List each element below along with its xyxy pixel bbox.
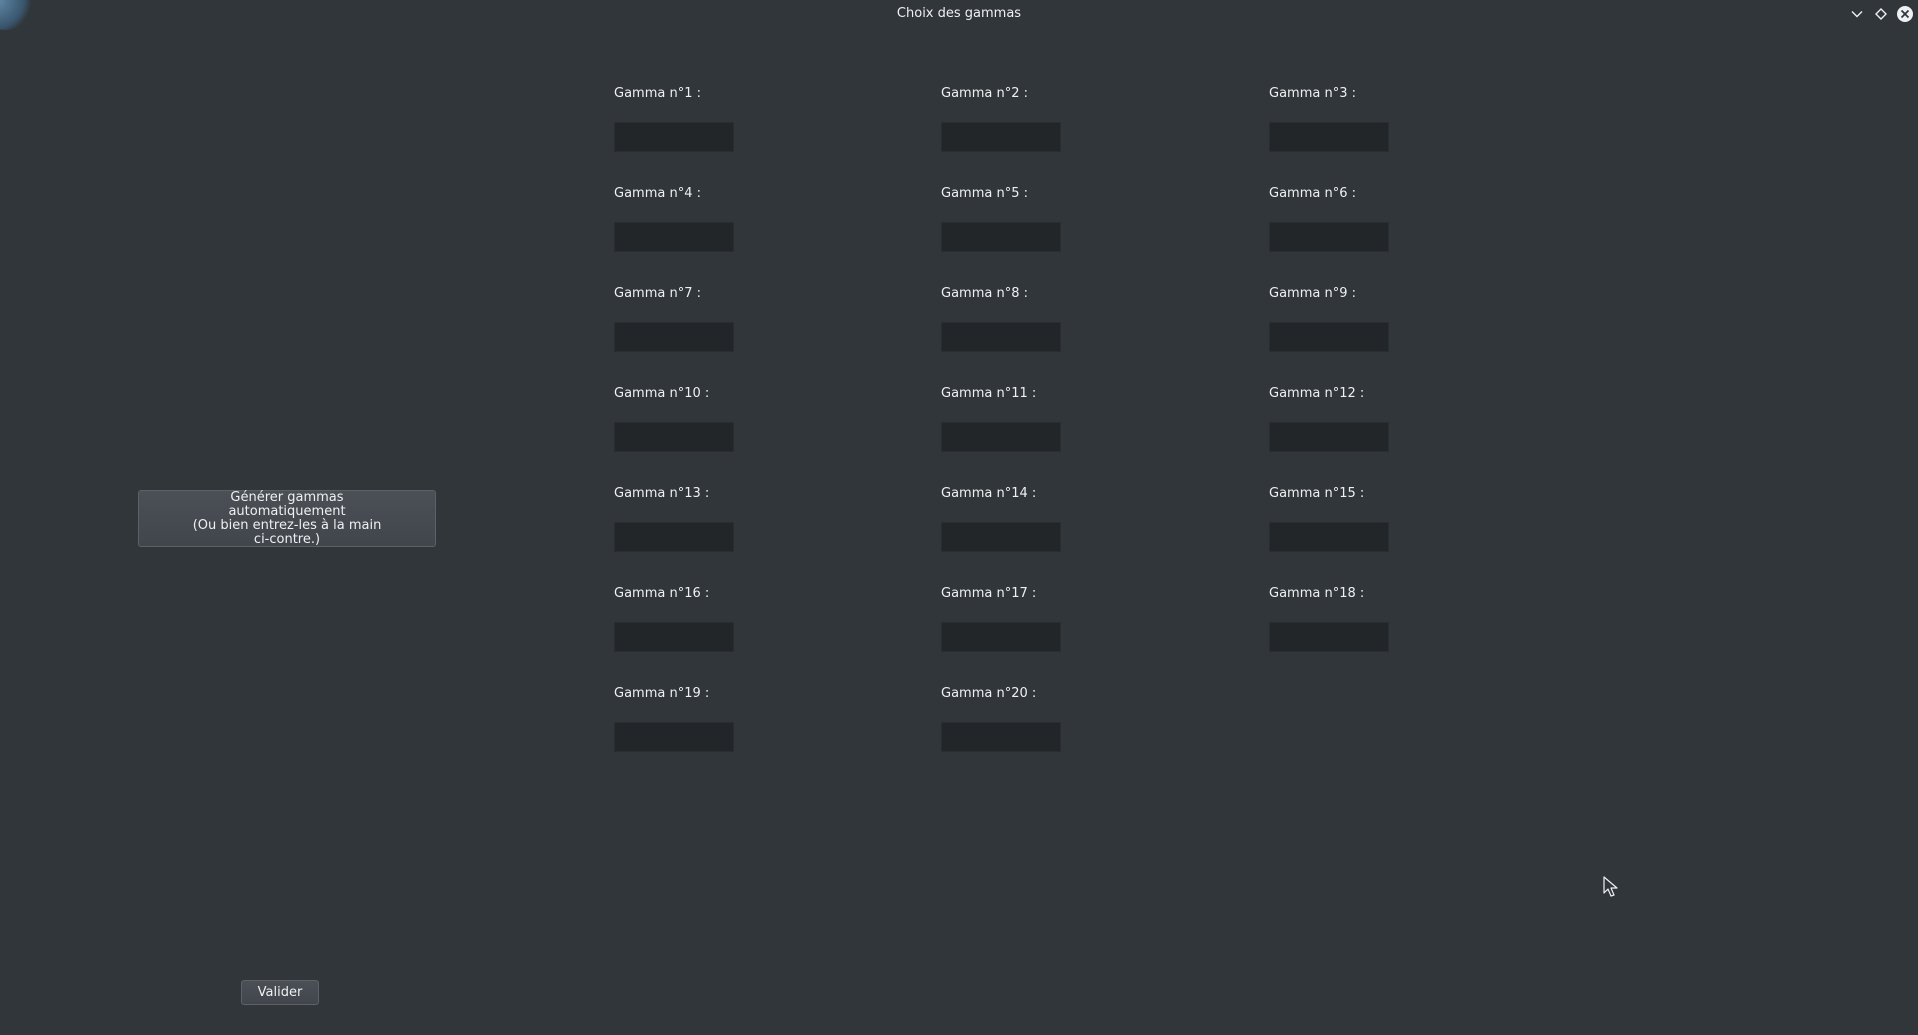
gamma-label: Gamma n°14 : xyxy=(941,486,1037,501)
gamma-label: Gamma n°19 : xyxy=(614,686,710,701)
gamma-field-group: Gamma n°13 : xyxy=(614,486,814,566)
gamma-input[interactable] xyxy=(614,522,734,552)
gamma-label: Gamma n°13 : xyxy=(614,486,710,501)
gamma-input[interactable] xyxy=(1269,222,1389,252)
gamma-input[interactable] xyxy=(941,322,1061,352)
mouse-cursor-icon xyxy=(1603,876,1619,898)
gamma-field-group: Gamma n°4 : xyxy=(614,186,814,266)
gamma-label: Gamma n°15 : xyxy=(1269,486,1365,501)
gamma-field-group: Gamma n°7 : xyxy=(614,286,814,366)
gamma-input[interactable] xyxy=(1269,122,1389,152)
gamma-field-group: Gamma n°9 : xyxy=(1269,286,1469,366)
gamma-label: Gamma n°17 : xyxy=(941,586,1037,601)
gamma-label: Gamma n°5 : xyxy=(941,186,1028,201)
title-bar: Choix des gammas xyxy=(0,0,1918,30)
gamma-input[interactable] xyxy=(1269,522,1389,552)
gamma-field-group: Gamma n°17 : xyxy=(941,586,1141,666)
diamond-icon xyxy=(1874,7,1888,21)
validate-button[interactable]: Valider xyxy=(241,980,319,1005)
gamma-input[interactable] xyxy=(614,722,734,752)
gamma-input[interactable] xyxy=(614,322,734,352)
gamma-field-group: Gamma n°6 : xyxy=(1269,186,1469,266)
gamma-input[interactable] xyxy=(614,622,734,652)
gamma-field-group: Gamma n°11 : xyxy=(941,386,1141,466)
gamma-label: Gamma n°18 : xyxy=(1269,586,1365,601)
generate-button-line: Générer gammas xyxy=(230,489,344,505)
gamma-label: Gamma n°4 : xyxy=(614,186,701,201)
gamma-input[interactable] xyxy=(941,122,1061,152)
generate-gammas-button[interactable]: Générer gammas automatiquement (Ou bien … xyxy=(138,490,436,547)
gamma-input[interactable] xyxy=(941,422,1061,452)
gamma-field-group: Gamma n°19 : xyxy=(614,686,814,766)
close-button[interactable] xyxy=(1896,5,1914,23)
generate-button-line: ci-contre.) xyxy=(253,531,321,547)
gamma-label: Gamma n°3 : xyxy=(1269,86,1356,101)
gamma-label: Gamma n°20 : xyxy=(941,686,1037,701)
gamma-field-group: Gamma n°12 : xyxy=(1269,386,1469,466)
gamma-field-group: Gamma n°8 : xyxy=(941,286,1141,366)
gamma-field-group: Gamma n°20 : xyxy=(941,686,1141,766)
window-title: Choix des gammas xyxy=(896,6,1022,21)
gamma-field-group: Gamma n°15 : xyxy=(1269,486,1469,566)
minimize-button[interactable] xyxy=(1848,5,1866,23)
gamma-label: Gamma n°8 : xyxy=(941,286,1028,301)
gamma-label: Gamma n°16 : xyxy=(614,586,710,601)
gamma-field-group: Gamma n°1 : xyxy=(614,86,814,166)
gamma-label: Gamma n°10 : xyxy=(614,386,710,401)
gamma-input[interactable] xyxy=(1269,622,1389,652)
gamma-label: Gamma n°1 : xyxy=(614,86,701,101)
close-circle-icon xyxy=(1896,5,1914,23)
gamma-input[interactable] xyxy=(614,222,734,252)
gamma-field-group: Gamma n°14 : xyxy=(941,486,1141,566)
gamma-input[interactable] xyxy=(941,622,1061,652)
gamma-input[interactable] xyxy=(941,722,1061,752)
chevron-down-icon xyxy=(1850,7,1864,21)
gamma-field-group: Gamma n°3 : xyxy=(1269,86,1469,166)
gamma-input[interactable] xyxy=(614,422,734,452)
generate-button-line: (Ou bien entrez-les à la main xyxy=(192,517,382,533)
gamma-label: Gamma n°12 : xyxy=(1269,386,1365,401)
gamma-field-group: Gamma n°10 : xyxy=(614,386,814,466)
gamma-field-group: Gamma n°2 : xyxy=(941,86,1141,166)
gamma-label: Gamma n°11 : xyxy=(941,386,1037,401)
gamma-label: Gamma n°9 : xyxy=(1269,286,1356,301)
gamma-input[interactable] xyxy=(1269,322,1389,352)
gamma-field-group: Gamma n°18 : xyxy=(1269,586,1469,666)
gamma-label: Gamma n°2 : xyxy=(941,86,1028,101)
gamma-field-group: Gamma n°5 : xyxy=(941,186,1141,266)
gamma-field-group: Gamma n°16 : xyxy=(614,586,814,666)
gamma-input[interactable] xyxy=(614,122,734,152)
generate-button-line: automatiquement xyxy=(228,503,346,519)
gamma-label: Gamma n°7 : xyxy=(614,286,701,301)
gamma-input[interactable] xyxy=(941,522,1061,552)
gamma-input[interactable] xyxy=(941,222,1061,252)
maximize-button[interactable] xyxy=(1872,5,1890,23)
gamma-input[interactable] xyxy=(1269,422,1389,452)
gamma-label: Gamma n°6 : xyxy=(1269,186,1356,201)
